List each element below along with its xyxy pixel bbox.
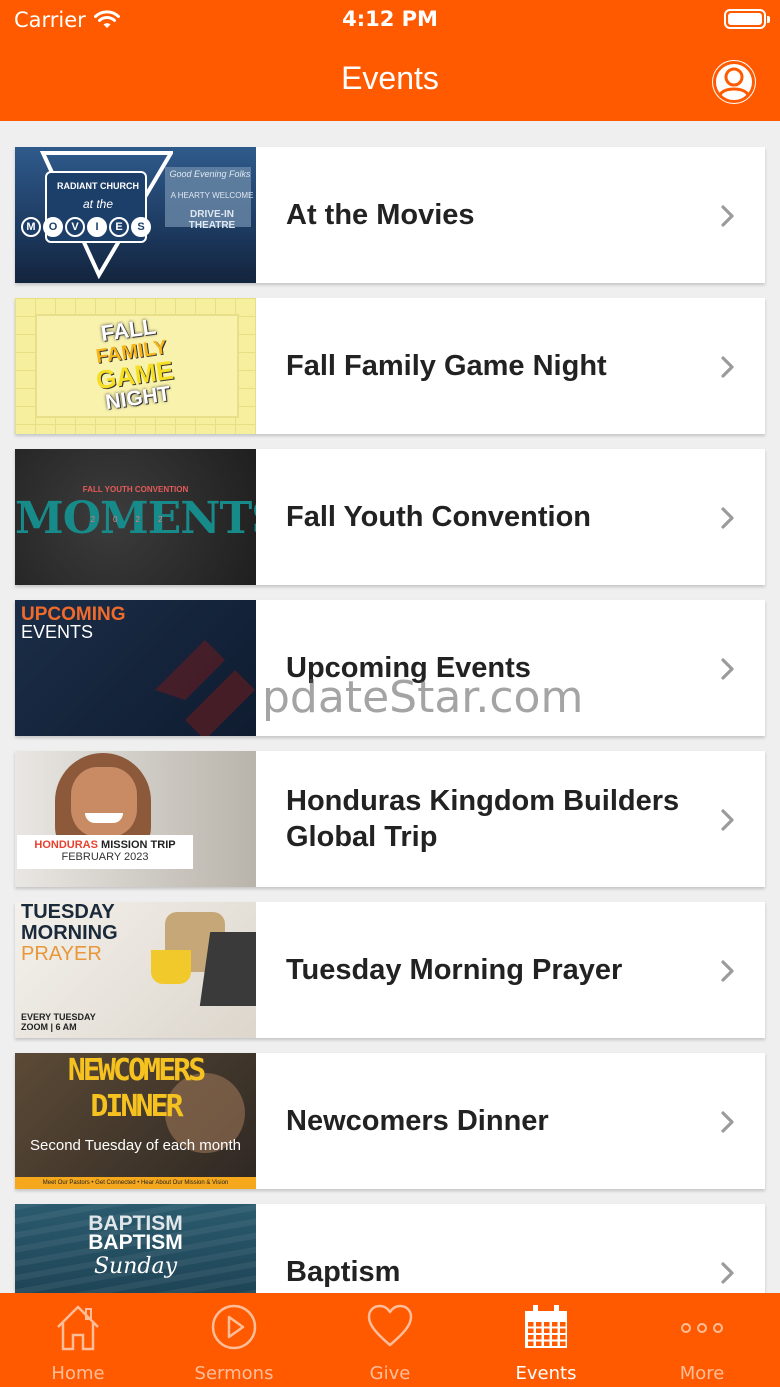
thumb-letter: E <box>109 217 129 237</box>
tab-bar: Home Sermons Give Events More <box>0 1293 780 1387</box>
event-row[interactable]: FALL YOUTH CONVENTION MOMENTS 2022 Fall … <box>15 449 765 585</box>
events-list[interactable]: Good Evening Folks A HEARTY WELCOME DRIV… <box>0 121 780 1293</box>
thumb-letter: V <box>65 217 85 237</box>
thumb-text: MORNING <box>21 922 118 944</box>
tab-label: Events <box>515 1363 577 1384</box>
tab-label: Give <box>369 1363 411 1384</box>
event-title: At the Movies <box>286 199 475 231</box>
battery-icon <box>724 9 770 29</box>
thumb-letter: M <box>21 217 41 237</box>
thumb-text: Sunday <box>93 1254 178 1279</box>
event-title: Tuesday Morning Prayer <box>286 954 623 986</box>
event-thumbnail: Good Evening Folks A HEARTY WELCOME DRIV… <box>15 147 256 283</box>
event-thumbnail: FALL FAMILY GAME NIGHT <box>15 298 256 434</box>
thumb-text: DRIVE-IN THEATRE <box>188 209 236 231</box>
profile-button[interactable] <box>712 60 756 104</box>
tab-sermons[interactable]: Sermons <box>156 1293 312 1387</box>
chevron-right-icon <box>721 1262 734 1284</box>
thumb-text: PRAYER <box>21 943 102 965</box>
navigation-bar: Events <box>0 40 780 121</box>
event-title: Upcoming Events <box>286 652 531 684</box>
event-title: Honduras Kingdom Builders Global Trip <box>286 785 680 853</box>
event-thumbnail: NEWCOMERS DINNER Second Tuesday of each … <box>15 1053 256 1189</box>
thumb-text: MISSION TRIP <box>101 839 176 851</box>
event-row[interactable]: HONDURAS MISSION TRIP FEBRUARY 2023 Hond… <box>15 751 765 887</box>
event-thumbnail: BAPTISM BAPTISM Sunday <box>15 1204 256 1293</box>
thumb-text: DINNER <box>90 1089 183 1124</box>
thumb-text: HONDURAS <box>34 839 98 851</box>
chevron-right-icon <box>721 658 734 680</box>
chevron-right-icon <box>721 960 734 982</box>
event-row[interactable]: BAPTISM BAPTISM Sunday Baptism <box>15 1204 765 1293</box>
event-title: Newcomers Dinner <box>286 1105 549 1137</box>
event-row[interactable]: FALL FAMILY GAME NIGHT Fall Family Game … <box>15 298 765 434</box>
thumb-text: RADIANT CHURCH <box>57 181 139 191</box>
status-bar: Carrier 4:12 PM <box>0 0 780 40</box>
thumb-text: FEBRUARY 2023 <box>61 851 149 863</box>
event-thumbnail: UPCOMING EVENTS <box>15 600 256 736</box>
tab-more[interactable]: More <box>624 1293 780 1387</box>
event-thumbnail: FALL YOUTH CONVENTION MOMENTS 2022 <box>15 449 256 585</box>
event-title: Fall Family Game Night <box>286 350 607 382</box>
thumb-text: A HEARTY WELCOME <box>170 191 254 200</box>
event-row[interactable]: Good Evening Folks A HEARTY WELCOME DRIV… <box>15 147 765 283</box>
thumb-text: 2022 <box>90 515 181 524</box>
thumb-letter: O <box>43 217 63 237</box>
thumb-text: NEWCOMERS <box>67 1053 207 1088</box>
chevron-right-icon <box>721 507 734 529</box>
user-icon <box>713 61 755 103</box>
thumb-text: Meet Our Pastors • Get Connected • Hear … <box>15 1177 256 1189</box>
event-thumbnail: TUESDAY MORNING PRAYER EVERY TUESDAY ZOO… <box>15 902 256 1038</box>
thumb-text: BAPTISM <box>88 1231 183 1254</box>
chevron-right-icon <box>721 205 734 227</box>
thumb-letter: S <box>131 217 151 237</box>
event-row[interactable]: TUESDAY MORNING PRAYER EVERY TUESDAY ZOO… <box>15 902 765 1038</box>
thumb-text: Good Evening Folks <box>169 169 251 179</box>
tab-give[interactable]: Give <box>312 1293 468 1387</box>
tab-label: Sermons <box>194 1363 274 1384</box>
event-row[interactable]: NEWCOMERS DINNER Second Tuesday of each … <box>15 1053 765 1189</box>
chevron-right-icon <box>721 356 734 378</box>
event-row[interactable]: UPCOMING EVENTS Upcoming Events <box>15 600 765 736</box>
tab-label: Home <box>51 1363 105 1384</box>
thumb-text: EVERY TUESDAY <box>21 1012 96 1022</box>
clock: 4:12 PM <box>342 7 438 31</box>
thumb-text: ZOOM | 6 AM <box>21 1022 77 1032</box>
thumb-text: BAPTISM <box>88 1212 183 1235</box>
thumb-text: TUESDAY <box>21 902 115 923</box>
chevron-right-icon <box>721 809 734 831</box>
thumb-text: EVENTS <box>21 622 94 642</box>
tab-home[interactable]: Home <box>0 1293 156 1387</box>
event-title: Baptism <box>286 1256 401 1288</box>
tab-label: More <box>679 1363 725 1384</box>
thumb-letter: I <box>87 217 107 237</box>
tab-events[interactable]: Events <box>468 1293 624 1387</box>
chevron-right-icon <box>721 1111 734 1133</box>
event-title: Fall Youth Convention <box>286 501 592 533</box>
page-title: Events <box>341 60 439 96</box>
thumb-text: Second Tuesday of each month <box>30 1137 241 1154</box>
event-thumbnail: HONDURAS MISSION TRIP FEBRUARY 2023 <box>15 751 256 887</box>
thumb-text: at the <box>82 197 114 211</box>
